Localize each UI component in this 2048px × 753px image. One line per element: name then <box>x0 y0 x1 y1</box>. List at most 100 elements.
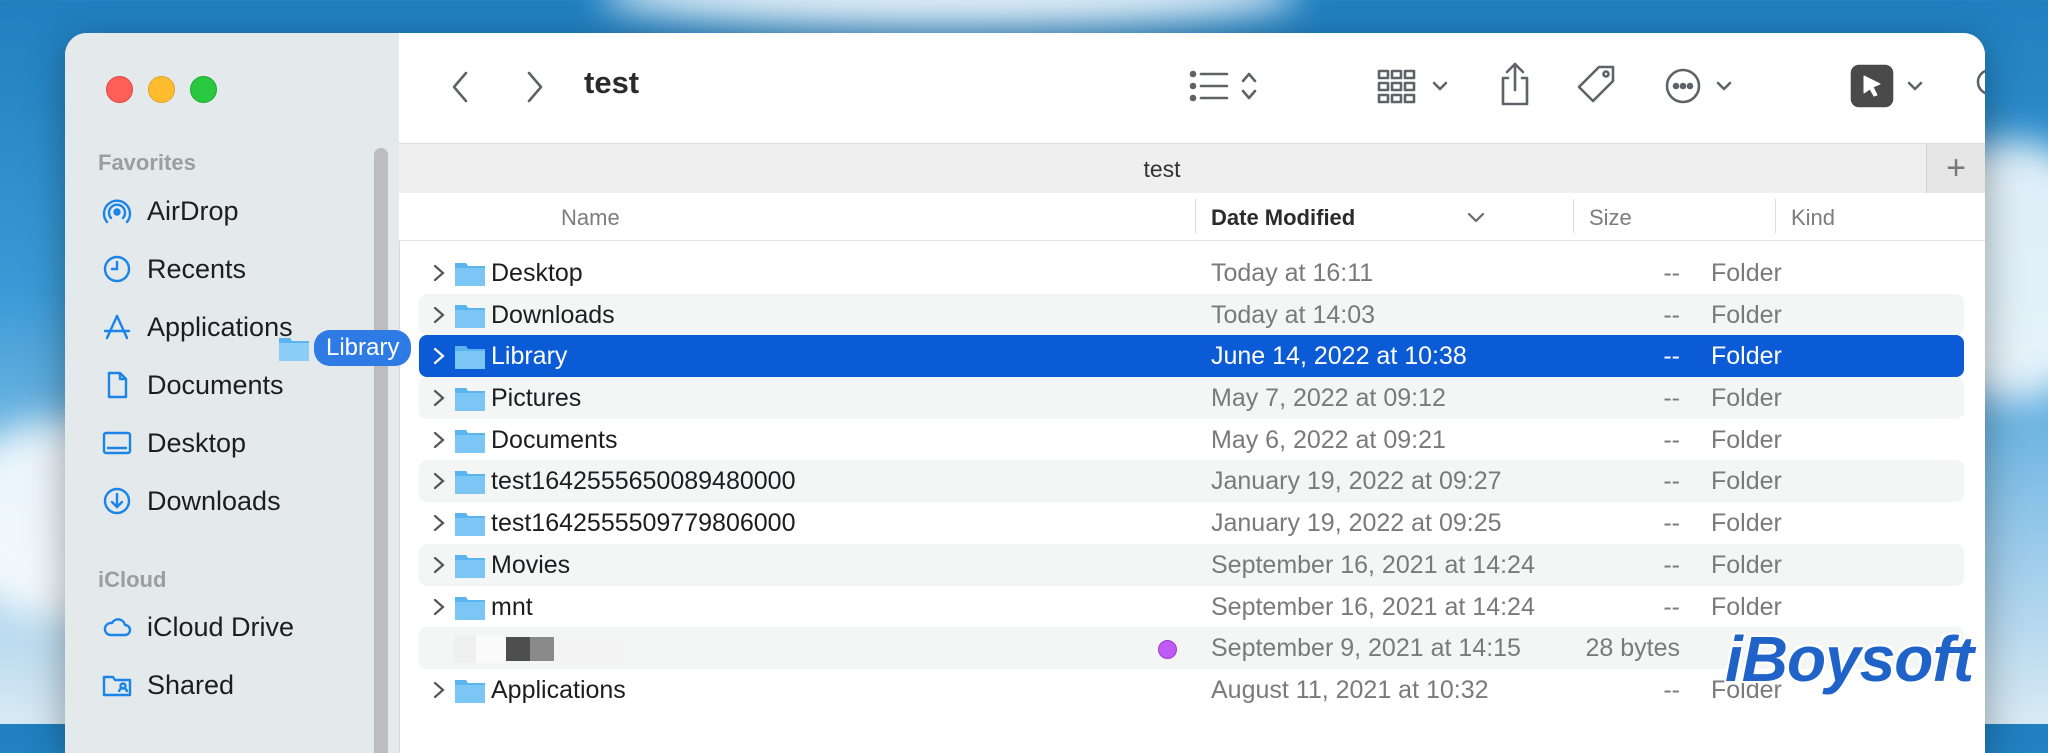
disclosure-triangle-icon[interactable] <box>431 472 447 490</box>
app-extension-icon <box>1850 64 1923 108</box>
file-date-modified: May 7, 2022 at 09:12 <box>1211 384 1446 413</box>
sidebar-scrollbar[interactable] <box>374 148 388 753</box>
sidebar-item-recents[interactable]: Recents <box>101 249 246 289</box>
table-row[interactable]: mnt September 16, 2021 at 14:24 -- Folde… <box>419 586 1964 628</box>
back-button[interactable] <box>440 65 480 109</box>
share-button[interactable] <box>1493 57 1537 113</box>
file-name: Applications <box>491 675 626 704</box>
sidebar-item-label: Desktop <box>147 427 247 458</box>
folder-icon <box>455 596 485 620</box>
file-size: -- <box>1663 425 1680 454</box>
group-by-button[interactable] <box>1377 63 1453 109</box>
sidebar-item-label: Downloads <box>147 485 281 516</box>
file-kind: Folder <box>1711 592 1782 621</box>
table-row[interactable]: Documents May 6, 2022 at 09:21 -- Folder <box>419 419 1964 461</box>
table-row[interactable]: test1642555509779806000 January 19, 2022… <box>419 502 1964 544</box>
column-divider[interactable] <box>1573 199 1574 233</box>
airdrop-icon <box>102 199 132 224</box>
file-name: Movies <box>491 550 571 579</box>
sidebar-item-desktop[interactable]: Desktop <box>101 423 246 463</box>
sidebar-item-icloud-drive[interactable]: iCloud Drive <box>101 607 294 647</box>
minimize-button[interactable] <box>148 76 175 103</box>
disclosure-triangle-icon[interactable] <box>431 514 447 532</box>
folder-icon <box>455 263 485 286</box>
column-header: Name Date Modified Size Kind <box>399 193 1985 241</box>
column-divider[interactable] <box>1195 199 1196 233</box>
close-button[interactable] <box>106 76 133 103</box>
column-divider[interactable] <box>1775 199 1776 233</box>
tag-icon <box>1577 65 1615 103</box>
disclosure-triangle-icon[interactable] <box>431 306 447 324</box>
disclosure-triangle-icon[interactable] <box>431 264 447 282</box>
more-actions-button[interactable] <box>1663 63 1737 109</box>
folder-icon <box>455 513 485 537</box>
column-header-date-modified[interactable]: Date Modified <box>1211 205 1355 231</box>
applications-icon <box>103 314 131 340</box>
column-header-name[interactable]: Name <box>561 205 620 231</box>
file-date-modified: Today at 14:03 <box>1211 300 1376 329</box>
folder-icon <box>455 679 485 703</box>
disclosure-triangle-icon[interactable] <box>431 431 447 449</box>
file-date-modified: January 19, 2022 at 09:27 <box>1211 467 1502 496</box>
table-row[interactable]: Desktop Today at 16:11 -- Folder <box>419 252 1964 294</box>
sidebar-item-applications[interactable]: Applications <box>101 307 293 347</box>
file-date-modified: Today at 16:11 <box>1211 259 1374 287</box>
file-kind: Folder <box>1711 467 1782 496</box>
file-kind: Folder <box>1711 425 1782 454</box>
file-name: Pictures <box>491 384 582 413</box>
purple-tag-icon <box>1158 640 1177 660</box>
sidebar-item-label: iCloud Drive <box>147 611 295 642</box>
sidebar-item-shared[interactable]: Shared <box>101 665 234 705</box>
file-kind: Folder <box>1711 384 1782 413</box>
table-row[interactable]: Pictures May 7, 2022 at 09:12 -- Folder <box>419 377 1964 419</box>
zoom-button[interactable] <box>190 76 217 103</box>
shared-folder-icon <box>102 675 132 697</box>
sidebar-item-airdrop[interactable]: AirDrop <box>101 191 239 231</box>
disclosure-triangle-icon[interactable] <box>431 556 447 574</box>
search-icon <box>1976 69 1985 95</box>
file-size: -- <box>1663 592 1680 621</box>
chevron-right-icon <box>527 71 543 103</box>
file-date-modified: September 9, 2021 at 14:15 <box>1211 634 1521 663</box>
drag-label: Library <box>314 330 412 366</box>
disclosure-triangle-icon[interactable] <box>431 347 447 365</box>
view-mode-button[interactable] <box>1187 63 1269 109</box>
disclosure-triangle-icon[interactable] <box>431 389 447 407</box>
sidebar-item-downloads[interactable]: Downloads <box>101 481 281 521</box>
sort-descending-icon <box>1467 212 1485 223</box>
file-date-modified: May 6, 2022 at 09:21 <box>1211 425 1446 454</box>
file-size: -- <box>1663 342 1680 371</box>
background-cloud <box>600 0 1300 30</box>
forward-button[interactable] <box>515 65 555 109</box>
table-row[interactable]: test1642555650089480000 January 19, 2022… <box>419 460 1964 503</box>
table-row-selected[interactable]: Library June 14, 2022 at 10:38 -- Folder <box>419 335 1964 378</box>
file-name: Desktop <box>491 259 583 287</box>
file-name: mnt <box>491 592 533 621</box>
table-row[interactable]: Movies September 16, 2021 at 14:24 -- Fo… <box>419 543 1964 586</box>
file-name: Library <box>491 342 568 371</box>
disclosure-triangle-icon[interactable] <box>431 681 447 699</box>
file-size: 28 bytes <box>1585 634 1680 663</box>
cloud-icon <box>103 618 132 637</box>
ellipsis-circle-icon <box>1665 68 1732 104</box>
column-header-size[interactable]: Size <box>1589 205 1632 231</box>
quick-action-button[interactable] <box>1850 61 1928 111</box>
window-title: test <box>584 65 640 100</box>
favorites-header: Favorites <box>98 150 196 175</box>
disclosure-triangle-icon[interactable] <box>431 598 447 616</box>
tab-bar: test + <box>399 143 1985 195</box>
column-header-kind[interactable]: Kind <box>1791 205 1835 231</box>
sidebar-item-documents[interactable]: Documents <box>101 365 284 405</box>
share-icon <box>1501 62 1529 106</box>
folder-icon <box>279 338 309 361</box>
file-date-modified: August 11, 2021 at 10:32 <box>1211 675 1489 704</box>
finder-window: Favorites AirDrop Recents Applications D… <box>65 33 1985 753</box>
table-row[interactable]: Downloads Today at 14:03 -- Folder <box>419 293 1964 336</box>
folder-icon <box>455 471 485 495</box>
new-tab-button[interactable]: + <box>1926 144 1985 194</box>
sidebar-item-label: AirDrop <box>147 195 239 226</box>
search-button[interactable] <box>1970 61 1985 111</box>
sidebar: Favorites AirDrop Recents Applications D… <box>65 33 400 753</box>
tag-button[interactable] <box>1573 61 1621 109</box>
tab-test[interactable]: test <box>399 156 1925 183</box>
